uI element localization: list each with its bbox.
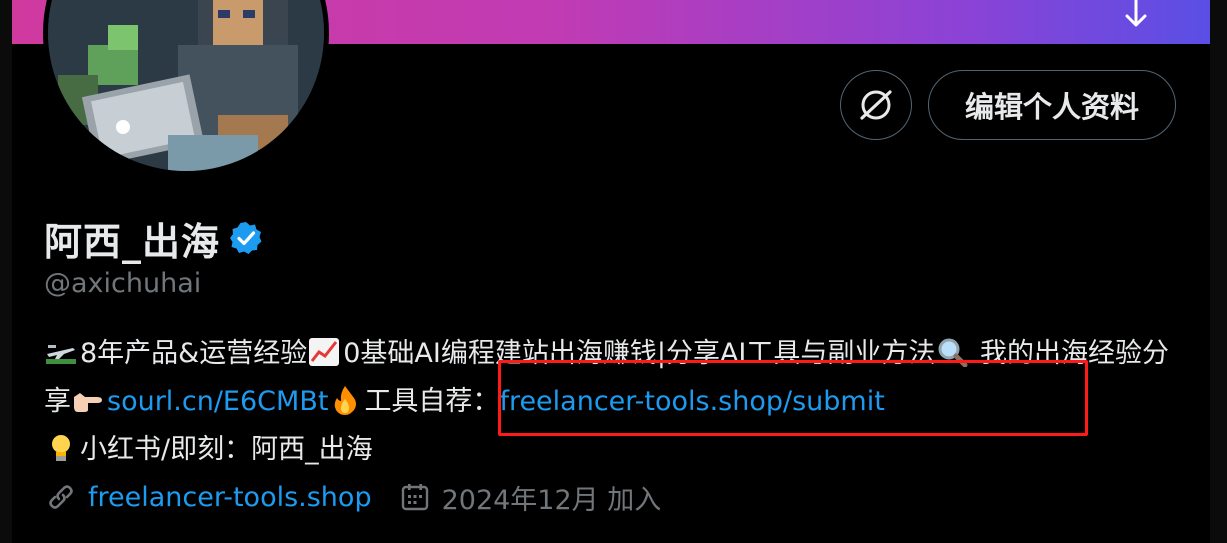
join-date: 2024年12月 加入 — [441, 484, 662, 516]
bio-text-experience: 8年产品&运营经验 — [80, 338, 308, 369]
light-bulb-emoji — [52, 435, 70, 461]
highlight-annotation-box — [498, 360, 1088, 436]
link-icon — [49, 485, 73, 509]
avatar-image — [48, 0, 324, 171]
chart-increasing-emoji — [309, 338, 340, 366]
avatar[interactable] — [43, 0, 329, 176]
right-column-edge — [1210, 0, 1227, 543]
slashed-circle-icon — [860, 90, 892, 120]
website-link[interactable]: freelancer-tools.shop — [88, 482, 372, 513]
profile-page: 编辑个人资料 阿西_出海 @axichuhai 8年产品&运营经验 0基础AI编… — [0, 0, 1227, 543]
airplane-emoji — [46, 345, 76, 364]
display-name: 阿西_出海 — [44, 219, 221, 264]
fire-emoji — [335, 386, 357, 415]
display-name-row: 阿西_出海 — [44, 212, 264, 264]
verified-badge-icon[interactable] — [228, 220, 264, 256]
edit-profile-button[interactable]: 编辑个人资料 — [928, 70, 1176, 140]
bio-text-social: 小红书/即刻：阿西_出海 — [80, 434, 373, 465]
calendar-icon — [401, 484, 428, 511]
bio-text-tool-submit: 工具自荐： — [364, 386, 500, 417]
left-column-edge — [0, 0, 12, 543]
pointing-right-emoji — [74, 393, 102, 412]
grok-button[interactable] — [840, 70, 912, 140]
arrow-down-icon — [1125, 0, 1147, 27]
user-handle: @axichuhai — [44, 268, 202, 299]
profile-meta: freelancer-tools.shop 2024年12月 加入 — [46, 476, 661, 518]
bio-link-sourl[interactable]: sourl.cn/E6CMBt — [107, 386, 328, 417]
